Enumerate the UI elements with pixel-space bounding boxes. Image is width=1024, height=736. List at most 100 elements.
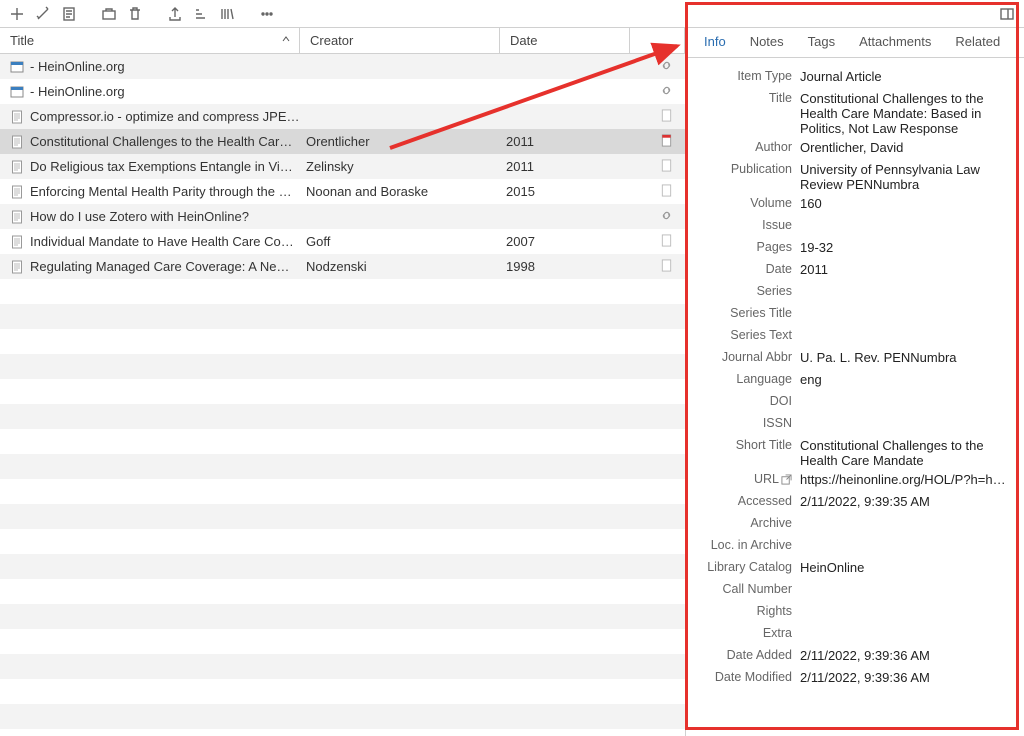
empty-row [0, 304, 685, 329]
detail-value[interactable] [800, 602, 1014, 604]
detail-value[interactable] [800, 326, 1014, 328]
item-title: Regulating Managed Care Coverage: A Ne… [30, 259, 289, 274]
table-row[interactable]: - HeinOnline.org [0, 79, 685, 104]
detail-label: DOI [696, 392, 800, 408]
attachment-icon [660, 209, 673, 225]
detail-row: URLhttps://heinonline.org/HOL/P?h=h… [696, 469, 1014, 491]
detail-value[interactable]: HeinOnline [800, 558, 1014, 575]
detail-label: Short Title [696, 436, 800, 452]
detail-tabs: InfoNotesTagsAttachmentsRelated [686, 28, 1024, 58]
detail-value[interactable] [800, 580, 1014, 582]
new-item-icon[interactable] [6, 3, 28, 25]
detail-value[interactable]: Constitutional Challenges to the Health … [800, 436, 1014, 468]
table-row[interactable]: Regulating Managed Care Coverage: A Ne…N… [0, 254, 685, 279]
detail-row: Journal AbbrU. Pa. L. Rev. PENNumbra [696, 347, 1014, 369]
detail-pane: InfoNotesTagsAttachmentsRelated Item Typ… [686, 28, 1024, 736]
item-title: Individual Mandate to Have Health Care C… [30, 234, 294, 249]
table-row[interactable]: Do Religious tax Exemptions Entangle in … [0, 154, 685, 179]
detail-label: URL [696, 470, 800, 486]
item-date: 2007 [500, 234, 630, 249]
panel-toggle-icon[interactable] [996, 3, 1018, 25]
detail-value[interactable] [800, 536, 1014, 538]
feed-icon[interactable] [190, 3, 212, 25]
library-icon[interactable] [216, 3, 238, 25]
attachment-icon [660, 184, 673, 200]
detail-fields: Item TypeJournal ArticleTitleConstitutio… [686, 58, 1024, 736]
item-type-icon [10, 260, 24, 274]
detail-value[interactable] [800, 624, 1014, 626]
table-row[interactable]: Constitutional Challenges to the Health … [0, 129, 685, 154]
col-title[interactable]: Title [0, 28, 300, 53]
detail-row: Volume160 [696, 193, 1014, 215]
more-icon[interactable] [256, 3, 278, 25]
detail-row: Languageeng [696, 369, 1014, 391]
detail-row: Date2011 [696, 259, 1014, 281]
empty-row [0, 279, 685, 304]
detail-value[interactable] [800, 216, 1014, 218]
detail-label: ISSN [696, 414, 800, 430]
detail-value[interactable]: 160 [800, 194, 1014, 211]
detail-value[interactable] [800, 282, 1014, 284]
export-icon[interactable] [164, 3, 186, 25]
detail-value[interactable] [800, 514, 1014, 516]
attachment-icon [660, 109, 673, 125]
attach-icon[interactable] [98, 3, 120, 25]
empty-row [0, 354, 685, 379]
detail-value[interactable]: 2/11/2022, 9:39:36 AM [800, 646, 1014, 663]
table-row[interactable]: Enforcing Mental Health Parity through t… [0, 179, 685, 204]
item-creator: Goff [300, 234, 500, 249]
table-row[interactable]: - HeinOnline.org [0, 54, 685, 79]
detail-value[interactable]: University of Pennsylvania Law Review PE… [800, 160, 1014, 192]
tab-attachments[interactable]: Attachments [849, 28, 941, 57]
empty-row [0, 529, 685, 554]
detail-value[interactable]: Constitutional Challenges to the Health … [800, 89, 1014, 136]
detail-row: Archive [696, 513, 1014, 535]
wand-icon[interactable] [32, 3, 54, 25]
detail-label: Accessed [696, 492, 800, 508]
note-icon[interactable] [58, 3, 80, 25]
trash-icon[interactable] [124, 3, 146, 25]
table-row[interactable]: Compressor.io - optimize and compress JP… [0, 104, 685, 129]
detail-value[interactable]: U. Pa. L. Rev. PENNumbra [800, 348, 1014, 365]
items-pane: Title Creator Date - HeinOnline.org - He… [0, 28, 686, 736]
detail-value[interactable] [800, 304, 1014, 306]
item-type-icon [10, 235, 24, 249]
detail-value[interactable]: eng [800, 370, 1014, 387]
detail-row: AuthorOrentlicher, David [696, 137, 1014, 159]
detail-value[interactable] [800, 392, 1014, 394]
detail-value[interactable]: 2/11/2022, 9:39:36 AM [800, 668, 1014, 685]
col-attachment[interactable] [630, 28, 685, 53]
detail-value[interactable]: 19-32 [800, 238, 1014, 255]
detail-row: Loc. in Archive [696, 535, 1014, 557]
detail-value[interactable]: Journal Article [800, 67, 1014, 84]
detail-value[interactable]: https://heinonline.org/HOL/P?h=h… [800, 470, 1014, 487]
detail-value[interactable]: 2/11/2022, 9:39:35 AM [800, 492, 1014, 509]
sort-ascending-icon [281, 34, 291, 44]
items-header: Title Creator Date [0, 28, 685, 54]
tab-info[interactable]: Info [694, 28, 736, 57]
detail-row: Accessed2/11/2022, 9:39:35 AM [696, 491, 1014, 513]
detail-value[interactable]: Orentlicher, David [800, 138, 1014, 155]
col-creator[interactable]: Creator [300, 28, 500, 53]
detail-row: DOI [696, 391, 1014, 413]
detail-row: Series Text [696, 325, 1014, 347]
col-date[interactable]: Date [500, 28, 630, 53]
detail-label: Date Modified [696, 668, 800, 684]
detail-value[interactable]: 2011 [800, 260, 1014, 277]
table-row[interactable]: Individual Mandate to Have Health Care C… [0, 229, 685, 254]
empty-row [0, 704, 685, 729]
empty-row [0, 479, 685, 504]
item-type-icon [10, 60, 24, 74]
tab-tags[interactable]: Tags [798, 28, 845, 57]
external-link-icon [781, 474, 792, 485]
detail-label: Rights [696, 602, 800, 618]
detail-value[interactable] [800, 414, 1014, 416]
table-row[interactable]: How do I use Zotero with HeinOnline? [0, 204, 685, 229]
empty-row [0, 329, 685, 354]
detail-label: Publication [696, 160, 800, 176]
detail-label: Item Type [696, 67, 800, 83]
attachment-icon [660, 234, 673, 250]
tab-notes[interactable]: Notes [740, 28, 794, 57]
attachment-icon [660, 159, 673, 175]
tab-related[interactable]: Related [945, 28, 1010, 57]
